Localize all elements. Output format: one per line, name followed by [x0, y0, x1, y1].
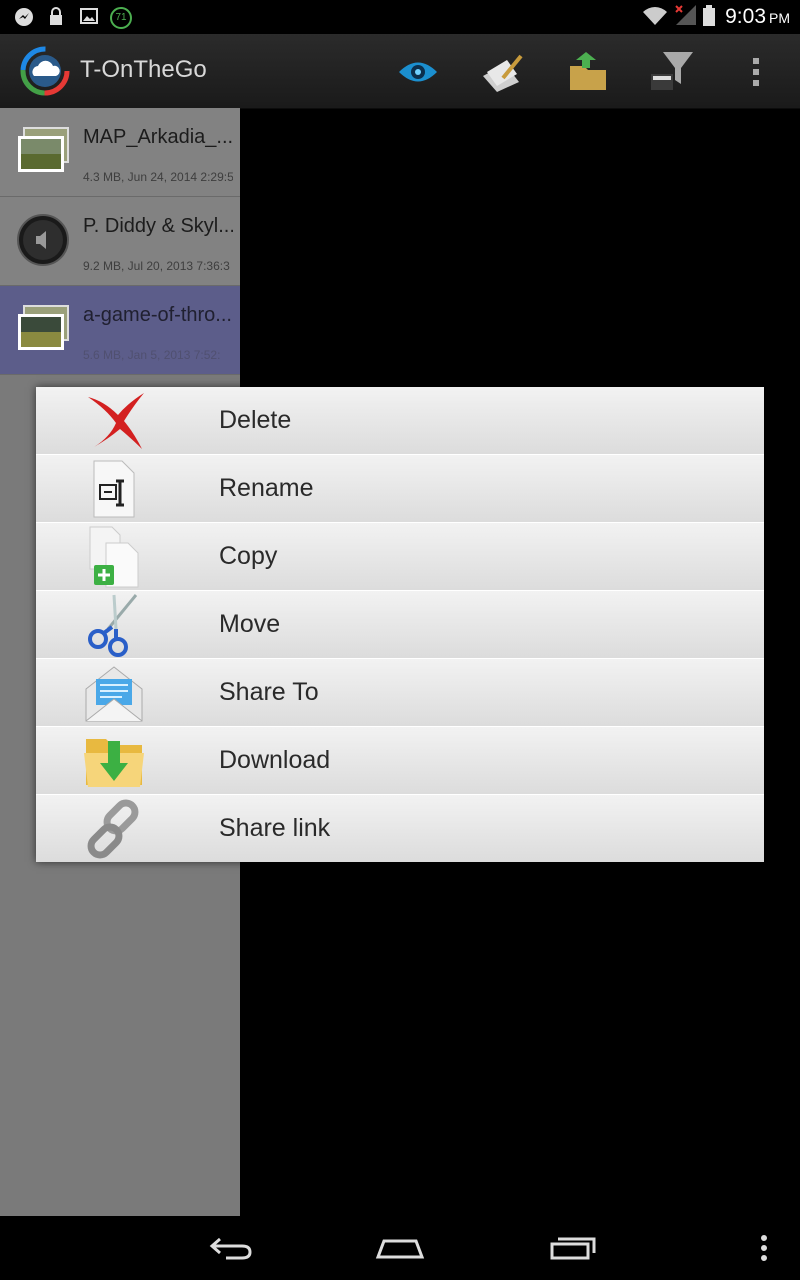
edit-button[interactable] [478, 48, 526, 96]
eye-icon [399, 62, 437, 82]
menu-item-share-link[interactable]: Share link [36, 795, 764, 862]
menu-item-rename[interactable]: Rename [36, 455, 764, 523]
overflow-menu-icon [753, 58, 759, 86]
home-icon [375, 1239, 425, 1259]
menu-item-label: Delete [219, 406, 292, 434]
audio-file-icon [17, 214, 69, 266]
file-meta: 4.3 MB, Jun 24, 2014 2:29:5 [83, 170, 233, 184]
signal-icon [675, 5, 696, 25]
menu-item-download[interactable]: Download [36, 727, 764, 795]
navigation-bar [0, 1216, 800, 1280]
menu-item-label: Download [219, 746, 331, 774]
filter-icon [651, 52, 693, 90]
notification-badge: 71 [115, 12, 127, 23]
menu-item-label: Share link [219, 814, 331, 842]
file-name: MAP_Arkadia_... [83, 126, 233, 148]
action-bar: T-OnTheGo [0, 34, 800, 109]
menu-item-move[interactable]: Move [36, 591, 764, 659]
app-title: T-OnTheGo [80, 56, 207, 83]
battery-icon [703, 5, 715, 26]
image-icon [80, 8, 98, 24]
recents-button[interactable] [542, 1228, 602, 1268]
file-name: P. Diddy & Skyl... [83, 215, 233, 237]
scissors-icon [88, 594, 138, 657]
menu-item-delete[interactable]: Delete [36, 387, 764, 455]
home-button[interactable] [370, 1228, 430, 1268]
lock-icon [50, 7, 62, 25]
edit-icon [483, 54, 523, 92]
file-row-selected[interactable]: a-game-of-thro... 5.6 MB, Jan 5, 2013 7:… [0, 286, 240, 375]
wifi-icon [643, 7, 667, 25]
messenger-icon [15, 8, 33, 26]
file-row[interactable]: MAP_Arkadia_... 4.3 MB, Jun 24, 2014 2:2… [0, 108, 240, 197]
file-meta: 5.6 MB, Jan 5, 2013 7:52: [83, 348, 221, 362]
back-icon [209, 1237, 252, 1260]
status-bar: 71 9:03 PM [0, 0, 800, 34]
link-icon [87, 799, 139, 859]
clock: 9:03 PM [725, 5, 790, 29]
context-menu: Delete Rename Copy Move Share To Downloa… [36, 387, 764, 862]
menu-item-label: Share To [219, 678, 319, 706]
download-folder-icon [84, 739, 144, 787]
app-logo-icon[interactable] [20, 46, 70, 96]
overflow-icon [761, 1235, 767, 1261]
clock-ampm: PM [769, 10, 790, 26]
recents-icon [550, 1237, 596, 1260]
rename-icon [93, 460, 135, 518]
delete-icon [88, 393, 144, 449]
file-row[interactable]: P. Diddy & Skyl... 9.2 MB, Jul 20, 2013 … [0, 197, 240, 286]
file-name: a-game-of-thro... [83, 304, 232, 326]
menu-item-copy[interactable]: Copy [36, 523, 764, 591]
menu-item-label: Move [219, 610, 281, 638]
menu-item-share-to[interactable]: Share To [36, 659, 764, 727]
overflow-button[interactable] [752, 1228, 776, 1268]
badge-icon: 71 [110, 7, 132, 29]
overflow-menu-button[interactable] [734, 48, 778, 96]
menu-item-label: Rename [219, 474, 314, 502]
file-meta: 9.2 MB, Jul 20, 2013 7:36:3 [83, 259, 230, 273]
filter-button[interactable] [648, 48, 696, 96]
image-file-icon [18, 305, 69, 350]
clock-time: 9:03 [725, 5, 766, 28]
image-file-icon [18, 127, 69, 172]
copy-icon [89, 526, 139, 588]
back-button[interactable] [200, 1228, 260, 1268]
upload-button[interactable] [564, 48, 612, 96]
view-button[interactable] [394, 48, 442, 96]
mail-icon [85, 666, 143, 722]
upload-icon [570, 52, 606, 90]
menu-item-label: Copy [219, 542, 278, 570]
